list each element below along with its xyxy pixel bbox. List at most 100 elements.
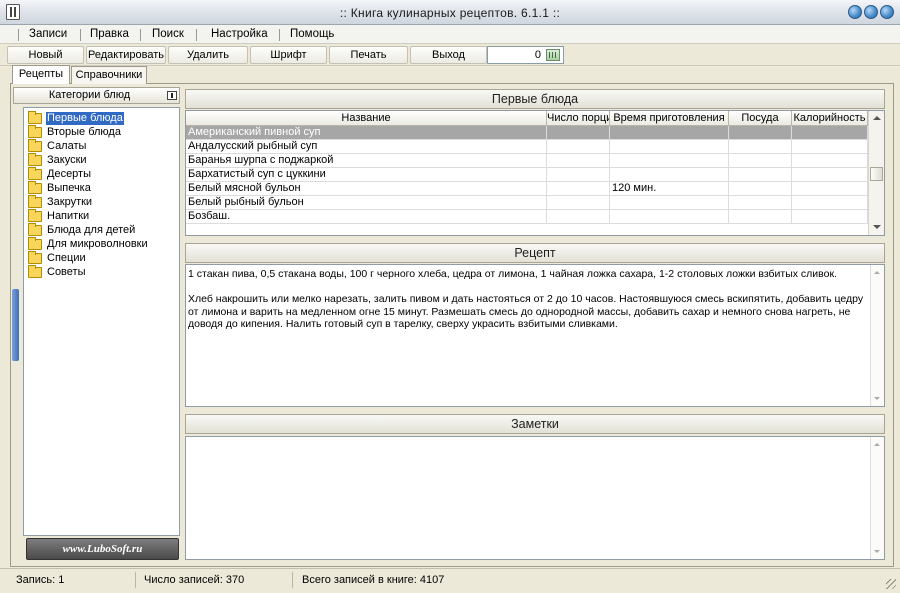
status-separator bbox=[135, 572, 136, 588]
menu-item-records[interactable]: Записи bbox=[29, 28, 67, 40]
menu-item-settings[interactable]: Настройка bbox=[211, 28, 268, 40]
table-row[interactable]: Баранья шурпа с поджаркой bbox=[186, 154, 868, 168]
minimize-button[interactable] bbox=[848, 5, 862, 19]
recipe-section-header: Рецепт bbox=[185, 243, 885, 263]
menu-separator bbox=[80, 29, 81, 41]
print-button[interactable]: Печать bbox=[329, 46, 408, 64]
scroll-down-arrow-icon[interactable] bbox=[874, 397, 880, 400]
cell-calories bbox=[792, 140, 868, 153]
folder-icon bbox=[28, 125, 42, 138]
notes-scrollbar[interactable] bbox=[870, 437, 884, 559]
table-row[interactable]: Белый мясной бульон 120 мин. bbox=[186, 182, 868, 196]
cell-cookware bbox=[729, 140, 792, 153]
tab-recipes[interactable]: Рецепты bbox=[12, 65, 70, 84]
column-header-name[interactable]: Название bbox=[186, 111, 547, 126]
column-header-cookware[interactable]: Посуда bbox=[729, 111, 792, 126]
table-row[interactable]: Белый рыбный бульон bbox=[186, 196, 868, 210]
maximize-button[interactable] bbox=[864, 5, 878, 19]
cell-cook-time bbox=[610, 154, 729, 167]
menu-separator bbox=[196, 29, 197, 41]
new-button[interactable]: Новый bbox=[7, 46, 84, 64]
toolbar: Новый Редактировать Удалить Шрифт Печать… bbox=[0, 44, 900, 66]
notes-textarea[interactable] bbox=[185, 436, 885, 560]
column-header-cook-time[interactable]: Время приготовления bbox=[610, 111, 729, 126]
folder-icon bbox=[28, 153, 42, 166]
tab-references[interactable]: Справочники bbox=[71, 66, 147, 84]
table-row[interactable]: Бархатистый суп с цуккини bbox=[186, 168, 868, 182]
category-tree[interactable]: Первые блюда Вторые блюда Салаты Закуски… bbox=[23, 107, 180, 536]
cell-name: Белый рыбный бульон bbox=[186, 196, 547, 209]
folder-icon bbox=[28, 223, 42, 236]
table-row[interactable]: Американский пивной суп bbox=[186, 126, 868, 140]
cell-servings bbox=[547, 196, 610, 209]
categories-header: Категории блюд bbox=[13, 87, 180, 104]
counter-field[interactable]: 0 bbox=[487, 46, 564, 64]
cell-name: Андалусский рыбный суп bbox=[186, 140, 547, 153]
title-bar[interactable]: :: Книга кулинарных рецептов. 6.1.1 :: bbox=[0, 0, 900, 25]
cell-cookware bbox=[729, 168, 792, 181]
folder-icon bbox=[28, 209, 42, 222]
category-label: Для микроволновки bbox=[47, 238, 148, 250]
recipe-textarea[interactable]: 1 стакан пива, 0,5 стакана воды, 100 г ч… bbox=[185, 264, 885, 407]
tab-bar: Рецепты Справочники bbox=[0, 65, 900, 84]
cell-name: Белый мясной бульон bbox=[186, 182, 547, 195]
status-bar: Запись: 1 Число записей: 370 Всего запис… bbox=[0, 568, 900, 593]
table-row[interactable]: Бозбаш. bbox=[186, 210, 868, 224]
folder-icon bbox=[28, 111, 42, 124]
scrollbar-thumb[interactable] bbox=[870, 167, 883, 181]
folder-icon bbox=[28, 251, 42, 264]
exit-button[interactable]: Выход bbox=[410, 46, 487, 64]
status-separator bbox=[292, 572, 293, 588]
cell-name: Баранья шурпа с поджаркой bbox=[186, 154, 547, 167]
cell-name: Бозбаш. bbox=[186, 210, 547, 223]
scroll-up-arrow-icon[interactable] bbox=[874, 271, 880, 274]
delete-button[interactable]: Удалить bbox=[168, 46, 248, 64]
scroll-down-arrow-icon[interactable] bbox=[874, 550, 880, 553]
folder-icon bbox=[28, 237, 42, 250]
menu-item-search[interactable]: Поиск bbox=[152, 28, 184, 40]
category-label: Первые блюда bbox=[46, 112, 124, 125]
cell-calories bbox=[792, 126, 868, 139]
edit-button[interactable]: Редактировать bbox=[86, 46, 166, 64]
folder-icon bbox=[28, 265, 42, 278]
category-label: Вторые блюда bbox=[47, 126, 121, 138]
cell-servings bbox=[547, 182, 610, 195]
cell-servings bbox=[547, 210, 610, 223]
cell-cookware bbox=[729, 182, 792, 195]
resize-grip-icon[interactable] bbox=[886, 579, 896, 589]
menu-item-help[interactable]: Помощь bbox=[290, 28, 334, 40]
menu-item-edit[interactable]: Правка bbox=[90, 28, 129, 40]
cell-servings bbox=[547, 168, 610, 181]
pin-icon[interactable] bbox=[167, 91, 177, 100]
cell-calories bbox=[792, 196, 868, 209]
category-label: Десерты bbox=[47, 168, 92, 180]
cell-name: Бархатистый суп с цуккини bbox=[186, 168, 547, 181]
status-record: Запись: 1 bbox=[16, 574, 65, 586]
column-header-calories[interactable]: Калорийность bbox=[792, 111, 868, 126]
folder-icon bbox=[28, 167, 42, 180]
cell-cook-time bbox=[610, 126, 729, 139]
cell-calories bbox=[792, 154, 868, 167]
website-logo[interactable]: www.LuboSoft.ru bbox=[26, 538, 179, 560]
categories-header-label: Категории блюд bbox=[48, 89, 131, 101]
scroll-up-arrow-icon[interactable] bbox=[874, 443, 880, 446]
column-header-servings[interactable]: Число порций bbox=[547, 111, 610, 126]
dishes-table[interactable]: Название Число порций Время приготовлени… bbox=[185, 110, 885, 236]
scroll-up-arrow-icon[interactable] bbox=[873, 116, 881, 120]
recipe-scrollbar[interactable] bbox=[870, 265, 884, 406]
scroll-down-arrow-icon[interactable] bbox=[873, 225, 881, 229]
calculator-icon[interactable] bbox=[546, 49, 560, 61]
folder-icon bbox=[28, 181, 42, 194]
cell-cook-time: 120 мин. bbox=[610, 182, 729, 195]
panel-splitter[interactable] bbox=[12, 289, 19, 361]
status-total: Всего записей в книге: 4107 bbox=[302, 574, 445, 586]
notes-section-header: Заметки bbox=[185, 414, 885, 434]
category-label: Советы bbox=[47, 266, 86, 278]
table-scrollbar[interactable] bbox=[868, 111, 884, 235]
font-button[interactable]: Шрифт bbox=[250, 46, 327, 64]
cell-cook-time bbox=[610, 140, 729, 153]
cell-name: Американский пивной суп bbox=[186, 126, 547, 139]
table-row[interactable]: Андалусский рыбный суп bbox=[186, 140, 868, 154]
category-label: Блюда для детей bbox=[47, 224, 136, 236]
close-button[interactable] bbox=[880, 5, 894, 19]
